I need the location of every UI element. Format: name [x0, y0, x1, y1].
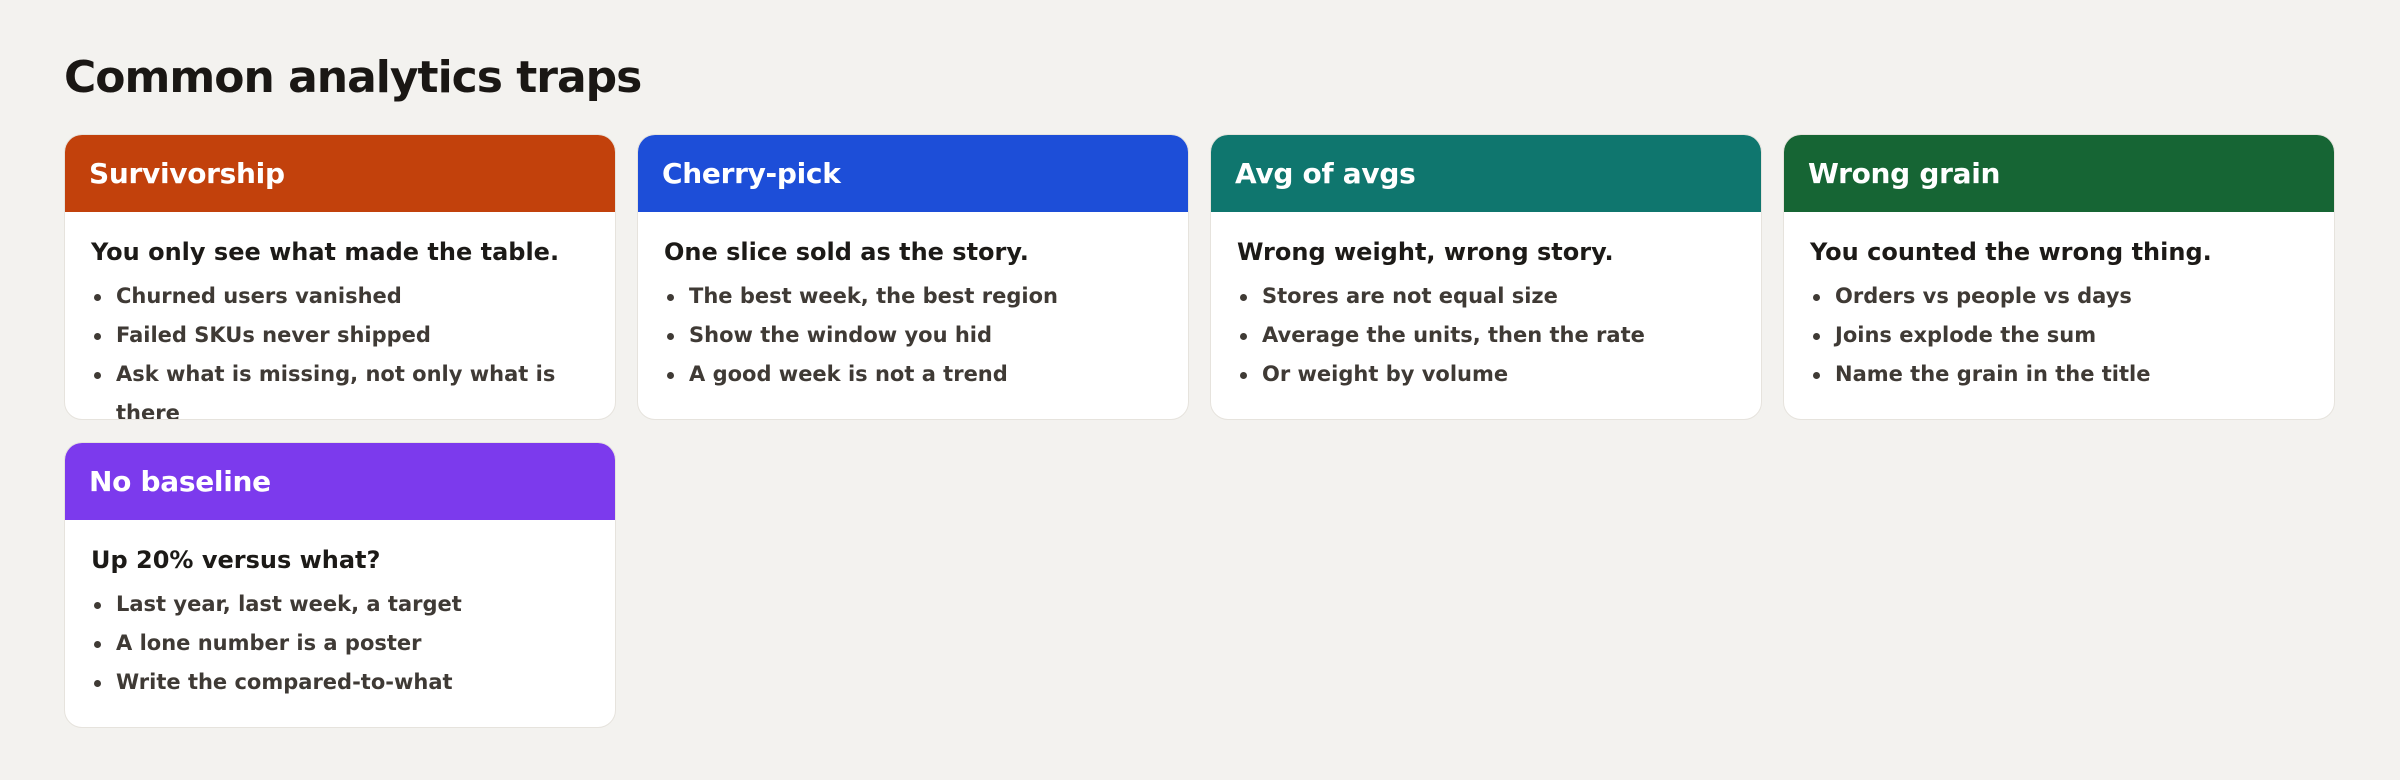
- trap-card-no-baseline: No baseline Up 20% versus what? Last yea…: [64, 442, 616, 728]
- card-title: Avg of avgs: [1235, 156, 1416, 190]
- card-point: Name the grain in the title: [1810, 355, 2310, 394]
- card-point: Failed SKUs never shipped: [91, 316, 591, 355]
- card-lead: One slice sold as the story.: [664, 238, 1029, 266]
- card-point: Ask what is missing, not only what is th…: [91, 355, 591, 419]
- card-point: The best week, the best region: [664, 277, 1164, 316]
- card-lead: Up 20% versus what?: [91, 546, 381, 574]
- card-body: One slice sold as the story. The best we…: [638, 212, 1188, 394]
- card-title: Wrong grain: [1808, 156, 2001, 190]
- card-lead: You only see what made the table.: [91, 238, 560, 266]
- card-header: No baseline: [65, 443, 615, 520]
- card-title: Survivorship: [89, 156, 285, 190]
- card-lead: You counted the wrong thing.: [1810, 238, 2212, 266]
- card-points: The best week, the best region Show the …: [664, 277, 1164, 394]
- card-point: A lone number is a poster: [91, 624, 591, 663]
- trap-card-avg-of-avgs: Avg of avgs Wrong weight, wrong story. S…: [1210, 134, 1762, 420]
- page: Common analytics traps Survivorship You …: [0, 0, 2400, 780]
- page-title: Common analytics traps: [64, 52, 642, 103]
- card-point: A good week is not a trend: [664, 355, 1164, 394]
- card-points: Last year, last week, a target A lone nu…: [91, 585, 591, 702]
- card-point: Write the compared-to-what: [91, 663, 591, 702]
- card-body: You only see what made the table. Churne…: [65, 212, 615, 419]
- trap-card-cherry-pick: Cherry-pick One slice sold as the story.…: [637, 134, 1189, 420]
- card-title: No baseline: [89, 464, 271, 498]
- card-body: Wrong weight, wrong story. Stores are no…: [1211, 212, 1761, 394]
- card-points: Orders vs people vs days Joins explode t…: [1810, 277, 2310, 394]
- card-point: Show the window you hid: [664, 316, 1164, 355]
- card-header: Wrong grain: [1784, 135, 2334, 212]
- card-header: Avg of avgs: [1211, 135, 1761, 212]
- card-point: Churned users vanished: [91, 277, 591, 316]
- card-header: Cherry-pick: [638, 135, 1188, 212]
- card-point: Average the units, then the rate: [1237, 316, 1737, 355]
- trap-card-survivorship: Survivorship You only see what made the …: [64, 134, 616, 420]
- card-title: Cherry-pick: [662, 156, 841, 190]
- card-point: Orders vs people vs days: [1810, 277, 2310, 316]
- card-point: Stores are not equal size: [1237, 277, 1737, 316]
- card-points: Churned users vanished Failed SKUs never…: [91, 277, 591, 419]
- card-header: Survivorship: [65, 135, 615, 212]
- trap-card-grid: Survivorship You only see what made the …: [64, 134, 2336, 728]
- card-point: Or weight by volume: [1237, 355, 1737, 394]
- card-points: Stores are not equal size Average the un…: [1237, 277, 1737, 394]
- card-body: You counted the wrong thing. Orders vs p…: [1784, 212, 2334, 394]
- card-point: Joins explode the sum: [1810, 316, 2310, 355]
- card-point: Last year, last week, a target: [91, 585, 591, 624]
- card-lead: Wrong weight, wrong story.: [1237, 238, 1614, 266]
- card-body: Up 20% versus what? Last year, last week…: [65, 520, 615, 702]
- trap-card-wrong-grain: Wrong grain You counted the wrong thing.…: [1783, 134, 2335, 420]
